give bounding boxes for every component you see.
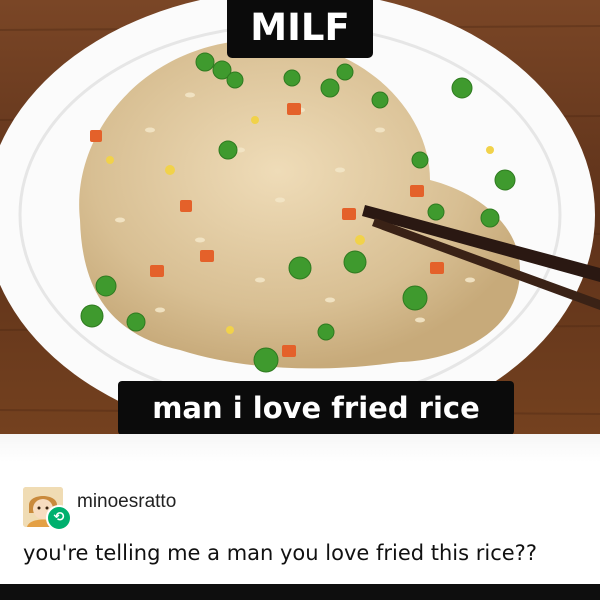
post-username[interactable]: minoesratto: [77, 491, 176, 513]
bottom-bar: [0, 584, 600, 600]
fried-rice-illustration: [0, 0, 600, 434]
reblog-icon: ⟲: [46, 505, 72, 531]
post-text: you're telling me a man you love fried t…: [23, 541, 537, 565]
section-divider: [0, 434, 600, 462]
meme-top-caption: MILF: [227, 0, 373, 58]
reblog-post: ⟲ minoesratto you're telling me a man yo…: [0, 462, 600, 584]
fried-rice-photo: [0, 0, 600, 434]
meme-bottom-caption: man i love fried rice: [118, 381, 514, 435]
